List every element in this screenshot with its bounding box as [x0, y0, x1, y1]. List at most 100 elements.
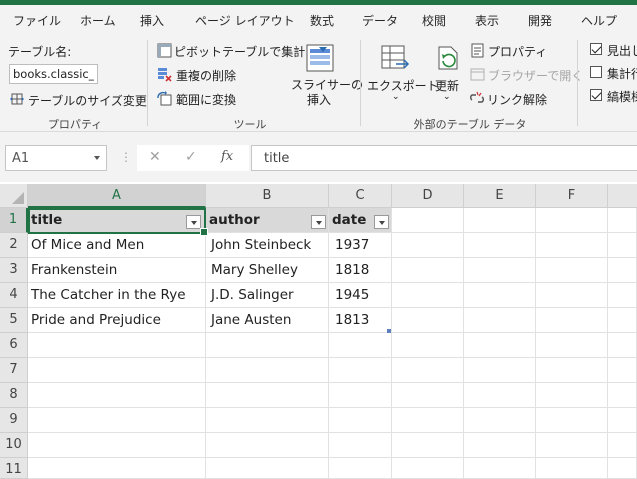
table-cell[interactable]: J.D. Salinger — [206, 283, 329, 308]
row-header-6[interactable]: 6 — [0, 333, 28, 358]
external-properties-button[interactable]: プロパティ — [470, 42, 550, 60]
tab-help[interactable]: ヘルプ — [581, 12, 617, 29]
empty-cell[interactable] — [464, 433, 536, 458]
row-header-3[interactable]: 3 — [0, 258, 28, 283]
chevron-down-icon[interactable] — [94, 156, 100, 160]
total-row-option[interactable]: 集計行 — [588, 65, 637, 81]
empty-cell[interactable] — [464, 358, 536, 383]
tab-formulas[interactable]: 数式 — [310, 12, 334, 29]
empty-cell[interactable] — [608, 458, 637, 479]
empty-cell[interactable] — [329, 333, 392, 358]
empty-cell[interactable] — [206, 333, 329, 358]
table-cell[interactable]: Frankenstein — [28, 258, 206, 283]
empty-cell[interactable] — [392, 208, 464, 233]
empty-cell[interactable] — [392, 233, 464, 258]
empty-cell[interactable] — [392, 333, 464, 358]
empty-cell[interactable] — [392, 258, 464, 283]
empty-cell[interactable] — [392, 283, 464, 308]
pivot-summarize-button[interactable]: ピボットテーブルで集計 — [157, 42, 305, 60]
empty-cell[interactable] — [464, 283, 536, 308]
empty-cell[interactable] — [464, 458, 536, 479]
empty-cell[interactable] — [536, 383, 608, 408]
row-header-1[interactable]: 1 — [0, 208, 28, 233]
insert-slicer-button[interactable]: スライサーの 挿入 — [286, 41, 363, 109]
column-header-b[interactable]: B — [206, 184, 329, 208]
empty-cell[interactable] — [329, 383, 392, 408]
empty-cell[interactable] — [392, 308, 464, 333]
empty-cell[interactable] — [536, 258, 608, 283]
row-header-9[interactable]: 9 — [0, 408, 28, 433]
empty-cell[interactable] — [464, 258, 536, 283]
empty-cell[interactable] — [608, 233, 637, 258]
empty-cell[interactable] — [536, 433, 608, 458]
table-cell[interactable]: Jane Austen — [206, 308, 329, 333]
empty-cell[interactable] — [608, 408, 637, 433]
empty-cell[interactable] — [464, 333, 536, 358]
table-cell[interactable]: 1818 — [329, 258, 392, 283]
empty-cell[interactable] — [206, 358, 329, 383]
row-header-11[interactable]: 11 — [0, 458, 28, 479]
empty-cell[interactable] — [536, 233, 608, 258]
tab-insert[interactable]: 挿入 — [140, 12, 164, 29]
table-cell[interactable]: The Catcher in the Rye — [28, 283, 206, 308]
table-header-title[interactable]: title — [28, 208, 206, 233]
resize-table-button[interactable]: テーブルのサイズ変更 — [10, 91, 147, 109]
empty-cell[interactable] — [392, 458, 464, 479]
enter-icon[interactable]: ✓ — [185, 149, 197, 165]
empty-cell[interactable] — [392, 358, 464, 383]
column-header-a[interactable]: A — [28, 184, 206, 208]
row-header-4[interactable]: 4 — [0, 283, 28, 308]
empty-cell[interactable] — [206, 408, 329, 433]
insert-function-icon[interactable]: fx — [221, 149, 233, 164]
empty-cell[interactable] — [464, 233, 536, 258]
drag-handle-icon[interactable]: ⋮ — [120, 150, 132, 164]
empty-cell[interactable] — [464, 383, 536, 408]
table-cell[interactable]: Of Mice and Men — [28, 233, 206, 258]
empty-cell[interactable] — [28, 408, 206, 433]
column-header-g[interactable] — [608, 184, 637, 208]
formula-input[interactable]: title — [251, 145, 637, 171]
empty-cell[interactable] — [28, 383, 206, 408]
row-header-2[interactable]: 2 — [0, 233, 28, 258]
table-name-input[interactable] — [9, 64, 98, 84]
table-cell[interactable]: Pride and Prejudice — [28, 308, 206, 333]
empty-cell[interactable] — [608, 433, 637, 458]
empty-cell[interactable] — [28, 358, 206, 383]
export-button[interactable]: エクスポート ⌄ — [366, 41, 439, 111]
empty-cell[interactable] — [608, 308, 637, 333]
column-header-c[interactable]: C — [329, 184, 392, 208]
filter-dropdown-title[interactable] — [186, 215, 201, 229]
tab-page-layout[interactable]: ページ レイアウト — [195, 12, 295, 29]
empty-cell[interactable] — [608, 333, 637, 358]
empty-cell[interactable] — [608, 208, 637, 233]
refresh-button[interactable]: 更新 ⌄ — [430, 41, 466, 111]
empty-cell[interactable] — [464, 408, 536, 433]
empty-cell[interactable] — [536, 408, 608, 433]
empty-cell[interactable] — [28, 333, 206, 358]
column-header-e[interactable]: E — [464, 184, 536, 208]
empty-cell[interactable] — [28, 458, 206, 479]
banded-rows-option[interactable]: 縞模様 — [588, 88, 637, 104]
row-header-8[interactable]: 8 — [0, 383, 28, 408]
total-row-checkbox[interactable] — [590, 66, 602, 78]
empty-cell[interactable] — [392, 383, 464, 408]
empty-cell[interactable] — [329, 433, 392, 458]
filter-dropdown-date[interactable] — [374, 215, 389, 229]
open-in-browser-button[interactable]: ブラウザーで開く — [470, 66, 583, 84]
row-header-7[interactable]: 7 — [0, 358, 28, 383]
table-cell[interactable]: Mary Shelley — [206, 258, 329, 283]
name-box[interactable]: A1 — [5, 145, 107, 171]
tab-developer[interactable]: 開発 — [528, 12, 552, 29]
column-header-f[interactable]: F — [536, 184, 608, 208]
tab-home[interactable]: ホーム — [80, 12, 116, 29]
empty-cell[interactable] — [536, 283, 608, 308]
empty-cell[interactable] — [464, 308, 536, 333]
banded-rows-checkbox[interactable] — [590, 89, 602, 101]
header-row-option[interactable]: 見出し — [588, 42, 637, 58]
table-cell[interactable]: 1945 — [329, 283, 392, 308]
tab-file[interactable]: ファイル — [13, 12, 61, 29]
column-header-d[interactable]: D — [392, 184, 464, 208]
empty-cell[interactable] — [206, 383, 329, 408]
empty-cell[interactable] — [536, 208, 608, 233]
empty-cell[interactable] — [206, 458, 329, 479]
